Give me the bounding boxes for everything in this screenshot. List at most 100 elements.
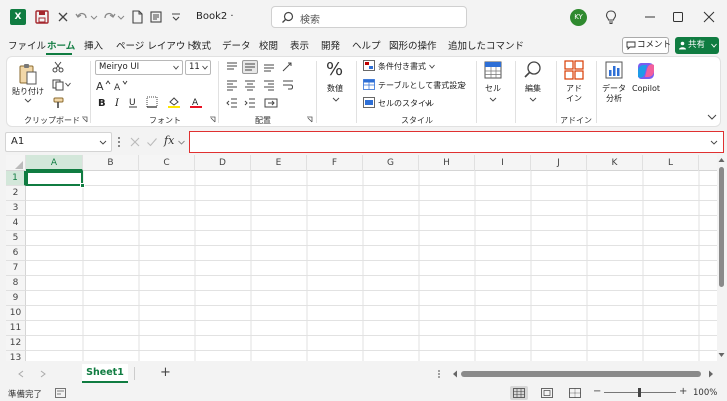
minimize-button[interactable] bbox=[637, 6, 663, 28]
chevron-down-icon[interactable] bbox=[460, 83, 466, 88]
column-header[interactable]: L bbox=[643, 155, 699, 171]
row-header[interactable]: 4 bbox=[6, 216, 26, 231]
italic-icon[interactable]: I bbox=[111, 96, 125, 108]
row-header[interactable]: 7 bbox=[6, 261, 26, 276]
scroll-left-icon[interactable] bbox=[452, 370, 458, 378]
underline-icon[interactable]: U bbox=[126, 96, 140, 108]
font-name-combo[interactable]: Meiryo UI bbox=[95, 60, 183, 75]
chevron-down-icon[interactable] bbox=[429, 64, 435, 69]
sheet-tab-sheet1[interactable]: Sheet1 bbox=[82, 364, 128, 383]
zoom-out-button[interactable]: − bbox=[593, 386, 601, 397]
cells-icon[interactable] bbox=[483, 60, 503, 80]
tab-help[interactable]: ヘルプ bbox=[352, 38, 381, 52]
user-avatar[interactable]: KY bbox=[570, 9, 587, 26]
copy-icon[interactable] bbox=[51, 79, 65, 91]
conditional-format-button[interactable]: 条件付き書式 bbox=[378, 61, 426, 72]
tab-home[interactable]: ホーム bbox=[47, 38, 75, 52]
editing-dropdown-icon[interactable] bbox=[529, 97, 537, 102]
align-bottom-icon[interactable] bbox=[262, 61, 276, 73]
save-icon[interactable] bbox=[34, 9, 50, 25]
number-format-icon[interactable]: % bbox=[326, 59, 343, 80]
accessibility-icon[interactable] bbox=[55, 388, 66, 398]
column-header[interactable]: K bbox=[587, 155, 643, 171]
column-header[interactable]: G bbox=[363, 155, 419, 171]
insert-function-button[interactable]: fx bbox=[164, 134, 174, 147]
row-header[interactable]: 11 bbox=[6, 321, 26, 336]
tab-data[interactable]: データ bbox=[222, 38, 251, 52]
column-header[interactable]: H bbox=[419, 155, 475, 171]
print-preview-icon[interactable] bbox=[148, 9, 164, 25]
chevron-down-icon[interactable] bbox=[425, 101, 431, 106]
zoom-in-button[interactable]: + bbox=[679, 386, 687, 397]
clipboard-launcher-icon[interactable] bbox=[81, 116, 88, 123]
active-cell[interactable] bbox=[26, 171, 83, 186]
increase-indent-icon[interactable] bbox=[243, 97, 257, 109]
previous-sheet-icon[interactable] bbox=[18, 370, 24, 378]
document-title[interactable]: Book2 · bbox=[196, 11, 234, 22]
column-header[interactable]: B bbox=[83, 155, 139, 171]
column-header-partial[interactable] bbox=[699, 155, 717, 171]
fill-color-icon[interactable] bbox=[167, 96, 181, 108]
more-options-icon[interactable] bbox=[117, 136, 121, 148]
scroll-down-icon[interactable] bbox=[718, 352, 725, 358]
undo-icon[interactable] bbox=[74, 9, 90, 25]
merge-center-icon[interactable] bbox=[264, 97, 278, 109]
fill-handle[interactable] bbox=[80, 183, 85, 188]
cut-icon[interactable] bbox=[51, 61, 65, 73]
share-button[interactable]: 共有 bbox=[675, 37, 719, 54]
font-launcher-icon[interactable] bbox=[209, 116, 216, 123]
column-header[interactable]: F bbox=[307, 155, 363, 171]
redo-icon[interactable] bbox=[101, 9, 117, 25]
format-painter-icon[interactable] bbox=[51, 97, 65, 109]
orientation-icon[interactable] bbox=[281, 61, 295, 73]
chevron-down-icon[interactable] bbox=[178, 140, 185, 145]
page-break-view-icon[interactable] bbox=[569, 388, 581, 398]
normal-view-button[interactable] bbox=[510, 386, 528, 400]
column-header[interactable]: C bbox=[139, 155, 195, 171]
add-sheet-button[interactable]: + bbox=[160, 365, 171, 380]
search-box[interactable]: 検索 bbox=[271, 6, 467, 28]
scroll-right-icon[interactable] bbox=[708, 370, 714, 378]
spreadsheet-grid[interactable]: A B C D E F G H I J K L 1 2 3 4 5 6 7 8 … bbox=[6, 155, 717, 361]
row-header[interactable]: 10 bbox=[6, 306, 26, 321]
align-right-icon[interactable] bbox=[262, 79, 276, 91]
zoom-slider-thumb[interactable] bbox=[638, 388, 641, 397]
align-middle-icon[interactable] bbox=[242, 60, 258, 74]
row-header[interactable]: 9 bbox=[6, 291, 26, 306]
row-header[interactable]: 12 bbox=[6, 336, 26, 351]
borders-icon[interactable] bbox=[145, 96, 159, 108]
zoom-level[interactable]: 100% bbox=[693, 388, 717, 398]
font-color-icon[interactable]: A bbox=[189, 96, 203, 108]
align-center-icon[interactable] bbox=[243, 79, 257, 91]
tab-view[interactable]: 表示 bbox=[290, 38, 309, 52]
editing-search-icon[interactable] bbox=[523, 60, 543, 80]
row-header[interactable]: 6 bbox=[6, 246, 26, 261]
wrap-text-icon[interactable] bbox=[281, 79, 295, 91]
grow-font-icon[interactable]: A bbox=[95, 79, 111, 91]
horizontal-scroll-thumb[interactable] bbox=[461, 371, 701, 377]
close-window-button[interactable] bbox=[696, 6, 722, 28]
select-all-corner[interactable] bbox=[6, 155, 26, 171]
new-workbook-icon[interactable] bbox=[129, 9, 145, 25]
vertical-scroll-thumb[interactable] bbox=[719, 167, 724, 287]
row-header[interactable]: 2 bbox=[6, 186, 26, 201]
scroll-up-icon[interactable] bbox=[718, 157, 725, 163]
cancel-entry-icon[interactable] bbox=[129, 136, 141, 148]
number-dropdown-icon[interactable] bbox=[332, 97, 340, 102]
align-top-icon[interactable] bbox=[225, 61, 239, 73]
copy-dropdown-icon[interactable] bbox=[65, 82, 71, 87]
copilot-icon[interactable] bbox=[635, 60, 657, 82]
tab-insert[interactable]: 挿入 bbox=[84, 38, 103, 52]
addins-icon[interactable] bbox=[564, 60, 584, 80]
column-header[interactable]: A bbox=[26, 155, 83, 171]
tab-file[interactable]: ファイル bbox=[8, 38, 46, 52]
tab-review[interactable]: 校閲 bbox=[259, 38, 278, 52]
shrink-font-icon[interactable]: A bbox=[113, 79, 128, 91]
decrease-indent-icon[interactable] bbox=[225, 97, 239, 109]
tab-formulas[interactable]: 数式 bbox=[192, 38, 211, 52]
row-header[interactable]: 8 bbox=[6, 276, 26, 291]
tab-developer[interactable]: 開発 bbox=[321, 38, 340, 52]
table-format-button[interactable]: テーブルとして書式設定 bbox=[378, 80, 465, 91]
name-box[interactable]: A1 bbox=[5, 132, 112, 152]
customize-toolbar-icon[interactable] bbox=[170, 9, 186, 25]
